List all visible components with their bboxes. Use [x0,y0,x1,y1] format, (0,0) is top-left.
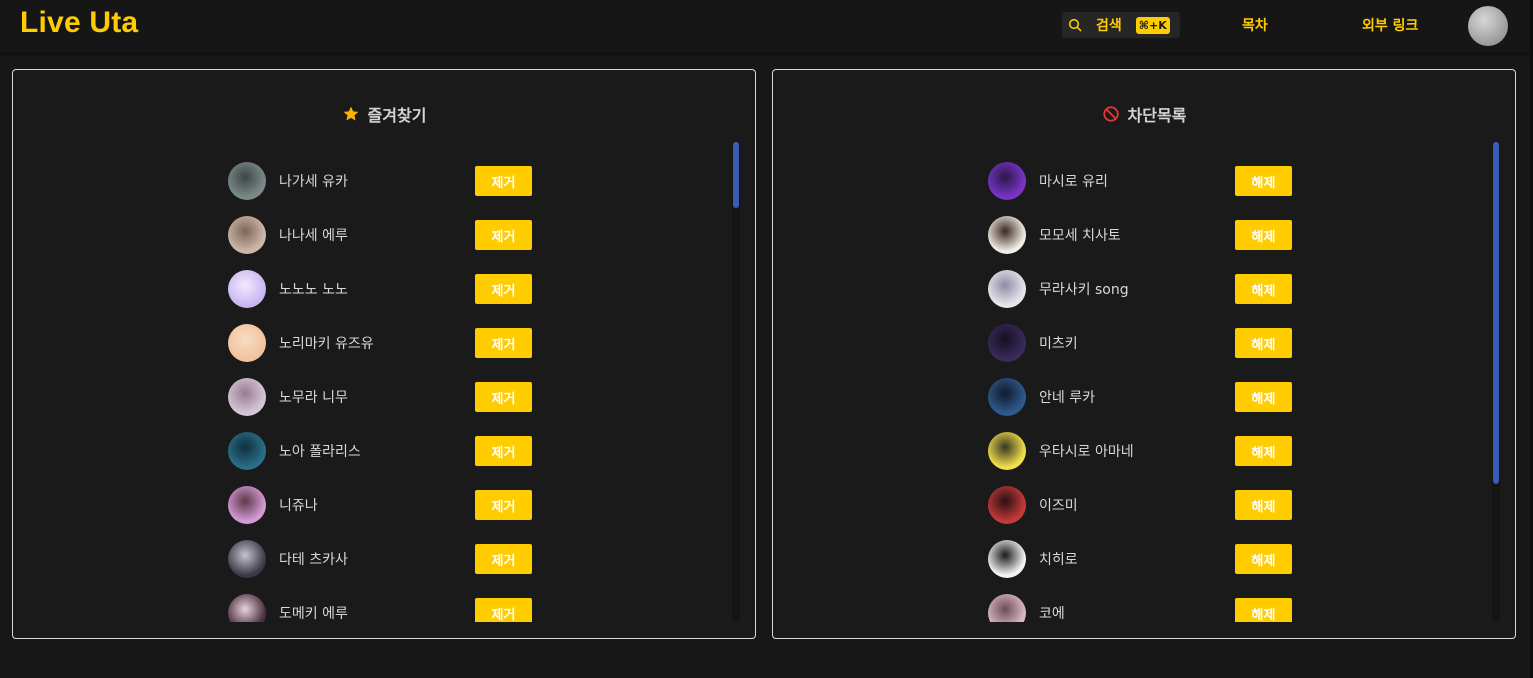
avatar [228,540,266,578]
singer-name: 안네 루카 [1039,390,1095,406]
remove-favorite-button[interactable]: 제거 [475,490,532,520]
unblock-button[interactable]: 해제 [1235,598,1292,622]
favorite-row: 노리마키 유즈유 제거 [228,324,548,378]
remove-favorite-button[interactable]: 제거 [475,598,532,622]
favorite-row: 노노노 노노 제거 [228,270,548,324]
singer-name: 노리마키 유즈유 [279,336,374,352]
nav-link-external-links[interactable]: 외부 링크 [1362,15,1418,35]
favorite-row: 니쥬나 제거 [228,486,548,540]
avatar [228,486,266,524]
remove-favorite-button[interactable]: 제거 [475,544,532,574]
blocked-row: 모모세 치사토 해제 [988,216,1308,270]
unblock-button[interactable]: 해제 [1235,544,1292,574]
blocked-scrollbar-thumb[interactable] [1493,142,1499,484]
remove-favorite-button[interactable]: 제거 [475,274,532,304]
favorite-row: 나나세 에루 제거 [228,216,548,270]
favorite-row: 다테 츠카사 제거 [228,540,548,594]
avatar [988,486,1026,524]
remove-favorite-button[interactable]: 제거 [475,166,532,196]
top-navigation-bar: Live Uta 검색 ⌘+K 목차 외부 링크 [0,0,1530,52]
singer-name: 코에 [1039,606,1065,622]
remove-favorite-button[interactable]: 제거 [475,382,532,412]
singer-name: 이즈미 [1039,498,1078,514]
singer-name: 우타시로 아마네 [1039,444,1134,460]
search-icon [1068,18,1082,32]
singer-name: 다테 츠카사 [279,552,348,568]
unblock-button[interactable]: 해제 [1235,382,1292,412]
avatar [988,216,1026,254]
unblock-button[interactable]: 해제 [1235,328,1292,358]
blocked-row: 코에 해제 [988,594,1308,622]
avatar [228,270,266,308]
remove-favorite-button[interactable]: 제거 [475,436,532,466]
avatar [228,432,266,470]
blocked-row: 우타시로 아마네 해제 [988,432,1308,486]
unblock-button[interactable]: 해제 [1235,166,1292,196]
singer-name: 미츠키 [1039,336,1078,352]
singer-name: 노무라 니무 [279,390,348,406]
search-shortcut-badge: ⌘+K [1135,16,1170,34]
remove-favorite-button[interactable]: 제거 [475,328,532,358]
favorites-title: 즐겨찾기 [13,102,755,126]
unblock-button[interactable]: 해제 [1235,220,1292,250]
blocked-row: 안네 루카 해제 [988,378,1308,432]
avatar [228,216,266,254]
singer-name: 도메키 에루 [279,606,348,622]
singer-name: 니쥬나 [279,498,318,514]
favorite-row: 나가세 유카 제거 [228,162,548,216]
blocked-row: 미츠키 해제 [988,324,1308,378]
favorites-panel: 즐겨찾기 나가세 유카 제거 나나세 에루 제거 노노노 노노 제거 노리마키 유즈유 제거 노… [12,69,756,639]
unblock-button[interactable]: 해제 [1235,490,1292,520]
block-icon [1102,105,1120,123]
favorite-row: 도메키 에루 제거 [228,594,548,622]
avatar [228,378,266,416]
avatar [228,162,266,200]
favorites-scrollbar-thumb[interactable] [733,142,739,208]
avatar [988,162,1026,200]
blocked-title: 차단목록 [773,102,1515,126]
nav-link-contents[interactable]: 목차 [1242,15,1268,35]
avatar [988,432,1026,470]
singer-name: 모모세 치사토 [1039,228,1121,244]
blocked-row: 무라사키 song 해제 [988,270,1308,324]
avatar [228,324,266,362]
unblock-button[interactable]: 해제 [1235,436,1292,466]
singer-name: 나가세 유카 [279,174,348,190]
singer-name: 마시로 유리 [1039,174,1108,190]
blocked-row: 마시로 유리 해제 [988,162,1308,216]
avatar [988,270,1026,308]
singer-name: 나나세 에루 [279,228,348,244]
favorite-row: 노무라 니무 제거 [228,378,548,432]
user-avatar[interactable] [1468,6,1508,46]
search-label: 검색 [1096,18,1122,34]
avatar [988,594,1026,622]
avatar [988,540,1026,578]
blocked-row: 이즈미 해제 [988,486,1308,540]
blocked-row: 치히로 해제 [988,540,1308,594]
singer-name: 무라사키 song [1039,282,1129,298]
avatar [228,594,266,622]
blocked-panel: 차단목록 마시로 유리 해제 모모세 치사토 해제 무라사키 song 해제 미츠키 해제 안네… [772,69,1516,639]
favorite-row: 노아 폴라리스 제거 [228,432,548,486]
avatar [988,378,1026,416]
singer-name: 치히로 [1039,552,1078,568]
unblock-button[interactable]: 해제 [1235,274,1292,304]
blocked-list[interactable]: 마시로 유리 해제 모모세 치사토 해제 무라사키 song 해제 미츠키 해제 안네 루카 해제… [773,142,1515,622]
search-button[interactable]: 검색 ⌘+K [1062,12,1180,38]
singer-name: 노아 폴라리스 [279,444,361,460]
blocked-title-text: 차단목록 [1127,106,1187,125]
remove-favorite-button[interactable]: 제거 [475,220,532,250]
avatar [988,324,1026,362]
singer-name: 노노노 노노 [279,282,348,298]
favorites-scrollbar[interactable] [732,142,740,622]
blocked-scrollbar[interactable] [1492,142,1500,622]
star-icon [342,105,360,123]
brand-logo[interactable]: Live Uta [20,6,138,40]
favorites-title-text: 즐겨찾기 [367,106,427,125]
favorites-list[interactable]: 나가세 유카 제거 나나세 에루 제거 노노노 노노 제거 노리마키 유즈유 제거 노무라 니무… [13,142,755,622]
